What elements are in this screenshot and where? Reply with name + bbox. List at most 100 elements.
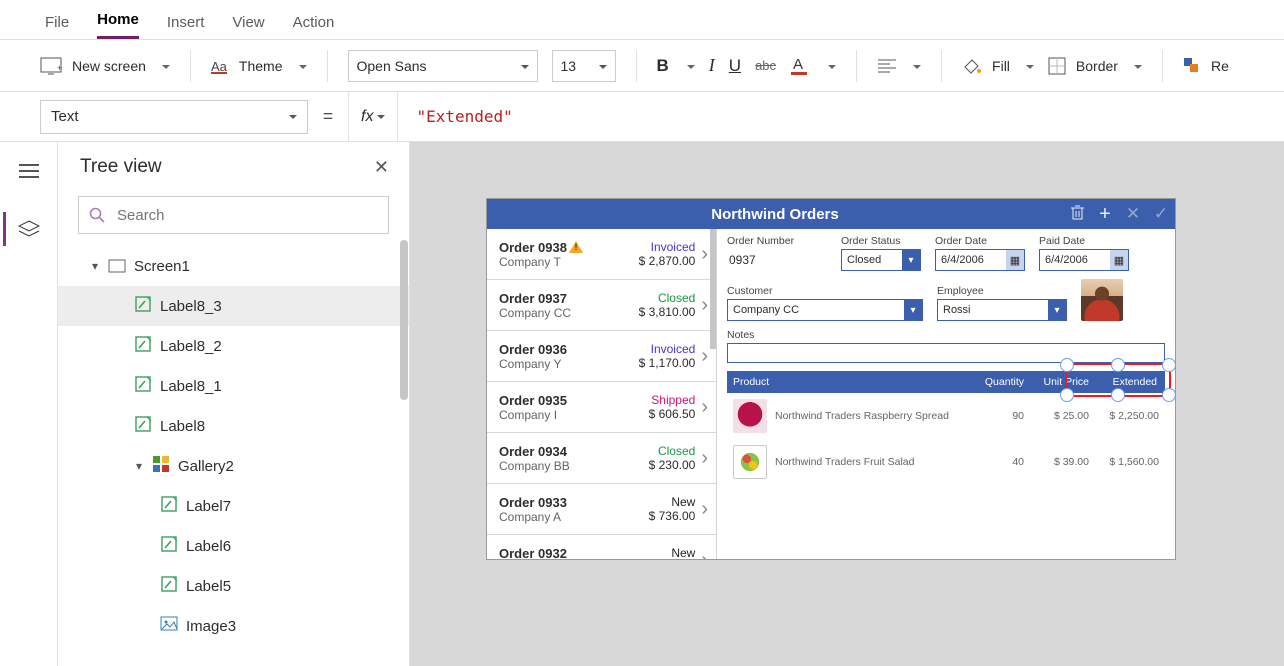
- fx-button[interactable]: fx: [348, 92, 398, 142]
- top-menu: File Home Insert View Action: [0, 0, 1284, 40]
- svg-text:+: +: [57, 63, 62, 73]
- underline-button[interactable]: U: [729, 56, 741, 76]
- order-status: Invoiced: [619, 240, 695, 254]
- order-item[interactable]: Order 0936Company Y Invoiced$ 1,170.00 ›: [487, 331, 716, 382]
- font-color-button[interactable]: A: [790, 55, 836, 77]
- tree-item-label: Label8_1: [160, 378, 222, 395]
- order-list[interactable]: Order 0938Company T Invoiced$ 2,870.00 ›…: [487, 229, 717, 559]
- formula-input[interactable]: "Extended": [398, 107, 1284, 126]
- tree-item-label8_1[interactable]: Label8_1: [58, 366, 409, 406]
- order-amount: $ 606.50: [619, 407, 695, 421]
- image-icon: [160, 615, 178, 637]
- canvas[interactable]: Northwind Orders + ✕ ✓ Order 0938Company…: [410, 142, 1284, 666]
- menu-view[interactable]: View: [232, 14, 264, 39]
- tree-item-label8[interactable]: Label8: [58, 406, 409, 446]
- employee-avatar: [1081, 279, 1123, 321]
- tree-item-label8_3[interactable]: Label8_3: [58, 286, 409, 326]
- lbl-notes: Notes: [727, 329, 1165, 341]
- order-item[interactable]: Order 0938Company T Invoiced$ 2,870.00 ›: [487, 229, 716, 280]
- warning-icon: [569, 241, 583, 253]
- delete-icon[interactable]: [1063, 204, 1091, 225]
- chevron-right-icon: ›: [701, 396, 708, 419]
- menu-file[interactable]: File: [45, 14, 69, 39]
- tree-search[interactable]: [78, 196, 389, 234]
- paid-date-input[interactable]: 6/4/2006▦: [1039, 249, 1129, 271]
- order-item[interactable]: Order 0933Company A New$ 736.00 ›: [487, 484, 716, 535]
- menu-action[interactable]: Action: [293, 14, 335, 39]
- tree-item-image3[interactable]: Image3: [58, 606, 409, 646]
- tree-item-label7[interactable]: Label7: [58, 486, 409, 526]
- fill-button[interactable]: Fill: [962, 57, 1034, 75]
- line-unit-price: $ 39.00: [1024, 456, 1089, 468]
- order-company: Company A: [499, 510, 613, 524]
- order-item[interactable]: Order 0937Company CC Closed$ 3,810.00 ›: [487, 280, 716, 331]
- hdr-extended[interactable]: Extended: [1089, 376, 1159, 388]
- tree-item-gallery2[interactable]: ▾Gallery2: [58, 446, 409, 486]
- hamburger-button[interactable]: [5, 154, 53, 188]
- order-item[interactable]: Order 0932Company K New$ 800.00 ›: [487, 535, 716, 559]
- fx-label: fx: [361, 108, 373, 126]
- order-date-input[interactable]: 6/4/2006▦: [935, 249, 1025, 271]
- tree-item-label: Label6: [186, 538, 231, 555]
- tree-scroll-thumb[interactable]: [400, 240, 408, 400]
- order-number: Order 0934: [499, 444, 613, 459]
- chevron-right-icon: ›: [701, 345, 708, 368]
- notes-input[interactable]: [727, 343, 1165, 363]
- font-size-select[interactable]: 13: [552, 50, 616, 82]
- theme-button[interactable]: Aa Theme: [211, 57, 307, 75]
- order-item[interactable]: Order 0934Company BB Closed$ 230.00 ›: [487, 433, 716, 484]
- order-amount: $ 2,870.00: [619, 254, 695, 268]
- property-select[interactable]: Text: [40, 100, 308, 134]
- order-status-select[interactable]: Closed▾: [841, 249, 921, 271]
- line-unit-price: $ 25.00: [1024, 410, 1089, 422]
- tree-view-nav[interactable]: [3, 212, 51, 246]
- order-list-scroll[interactable]: [710, 229, 716, 349]
- order-amount: $ 3,810.00: [619, 305, 695, 319]
- tree-item-label: Label8_2: [160, 338, 222, 355]
- tree-item-label: Label5: [186, 578, 231, 595]
- italic-button[interactable]: I: [709, 55, 715, 76]
- add-icon[interactable]: +: [1091, 203, 1119, 226]
- align-button[interactable]: [877, 58, 921, 74]
- font-name-select[interactable]: Open Sans: [348, 50, 538, 82]
- tree-item-label8_2[interactable]: Label8_2: [58, 326, 409, 366]
- tree-item-label5[interactable]: Label5: [58, 566, 409, 606]
- app-title: Northwind Orders: [487, 206, 1063, 223]
- bold-button[interactable]: B: [657, 56, 695, 76]
- reorder-button[interactable]: Re: [1183, 57, 1229, 75]
- label-icon: [134, 415, 152, 437]
- border-button[interactable]: Border: [1048, 57, 1142, 75]
- new-screen-button[interactable]: + New screen: [40, 57, 170, 75]
- tree-search-input[interactable]: [115, 206, 378, 225]
- tree-item-label: Label8: [160, 418, 205, 435]
- menu-home[interactable]: Home: [97, 11, 139, 39]
- calendar-icon: ▦: [1006, 250, 1024, 270]
- confirm-icon[interactable]: ✓: [1147, 204, 1175, 224]
- order-amount: $ 736.00: [619, 509, 695, 523]
- app-preview: Northwind Orders + ✕ ✓ Order 0938Company…: [486, 198, 1176, 560]
- tree-item-screen1[interactable]: ▾ Screen1: [58, 246, 409, 286]
- line-row[interactable]: Northwind Traders Raspberry Spread 90 $ …: [727, 393, 1165, 439]
- label-icon: [160, 495, 178, 517]
- employee-select[interactable]: Rossi▾: [937, 299, 1067, 321]
- tree-item-label6[interactable]: Label6: [58, 526, 409, 566]
- close-panel-button[interactable]: ✕: [374, 157, 389, 178]
- calendar-icon: ▦: [1110, 250, 1128, 270]
- strike-button[interactable]: abc: [755, 58, 776, 73]
- border-label: Border: [1076, 58, 1118, 74]
- chevron-right-icon: ›: [701, 243, 708, 266]
- menu-insert[interactable]: Insert: [167, 14, 205, 39]
- customer-select[interactable]: Company CC▾: [727, 299, 923, 321]
- lbl-employee: Employee: [937, 285, 1067, 297]
- fill-label: Fill: [992, 58, 1010, 74]
- line-row[interactable]: Northwind Traders Fruit Salad 40 $ 39.00…: [727, 439, 1165, 485]
- order-number: Order 0933: [499, 495, 613, 510]
- cancel-icon[interactable]: ✕: [1119, 204, 1147, 224]
- reorder-label: Re: [1211, 58, 1229, 74]
- ribbon: + New screen Aa Theme Open Sans 13 B I U…: [0, 40, 1284, 92]
- tree-item-label: Label8_3: [160, 298, 222, 315]
- order-item[interactable]: Order 0935Company I Shipped$ 606.50 ›: [487, 382, 716, 433]
- chevron-right-icon: ›: [701, 549, 708, 560]
- equals-sign: =: [308, 106, 348, 127]
- order-number: Order 0937: [499, 291, 613, 306]
